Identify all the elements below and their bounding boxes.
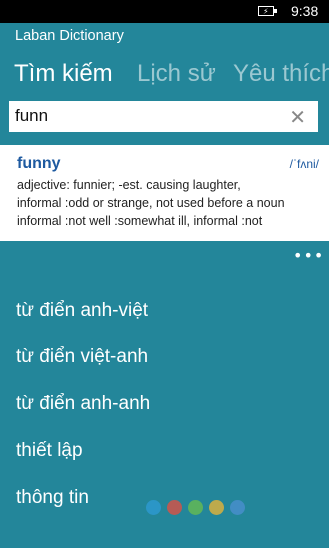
result-phonetic: /ˈfʌni/ [289,157,319,171]
search-input[interactable]: funn ✕ [7,99,320,134]
menu-item-en-vi[interactable]: từ điển anh-việt [16,300,148,322]
app-title: Laban Dictionary [15,28,124,44]
tab-history[interactable]: Lịch sử [137,60,216,88]
watermark-dot [146,500,161,515]
menu-item-en-en[interactable]: từ điển anh-anh [16,393,150,415]
tab-favorites[interactable]: Yêu thích [233,60,329,88]
clock: 9:38 [291,3,319,19]
pivot-header: Tìm kiếm Lịch sử Yêu thích [0,60,329,92]
result-word: funny [17,155,61,172]
search-value: funn [15,106,49,125]
more-options-icon[interactable]: ••• [293,246,324,265]
menu-item-settings[interactable]: thiết lập [16,440,83,462]
tab-search[interactable]: Tìm kiếm [14,60,113,88]
watermark-logo [146,500,251,519]
close-icon[interactable]: ✕ [289,105,306,129]
definition-line: informal :odd or strange, not used befor… [17,196,285,210]
definition-line: adjective: funnier; -est. causing laught… [17,178,241,192]
watermark-dot [188,500,203,515]
watermark-dot [167,500,182,515]
battery-icon: ⚡ [258,6,277,16]
menu-item-info[interactable]: thông tin [16,487,89,509]
status-bar: ⚡ 9:38 [0,0,329,23]
watermark-dot [230,500,245,515]
definition-line: informal :not well :somewhat ill, inform… [17,214,263,228]
result-card[interactable]: funny /ˈfʌni/ adjective: funnier; -est. … [0,145,329,241]
watermark-dot [209,500,224,515]
menu-item-vi-en[interactable]: từ điển việt-anh [16,346,148,368]
